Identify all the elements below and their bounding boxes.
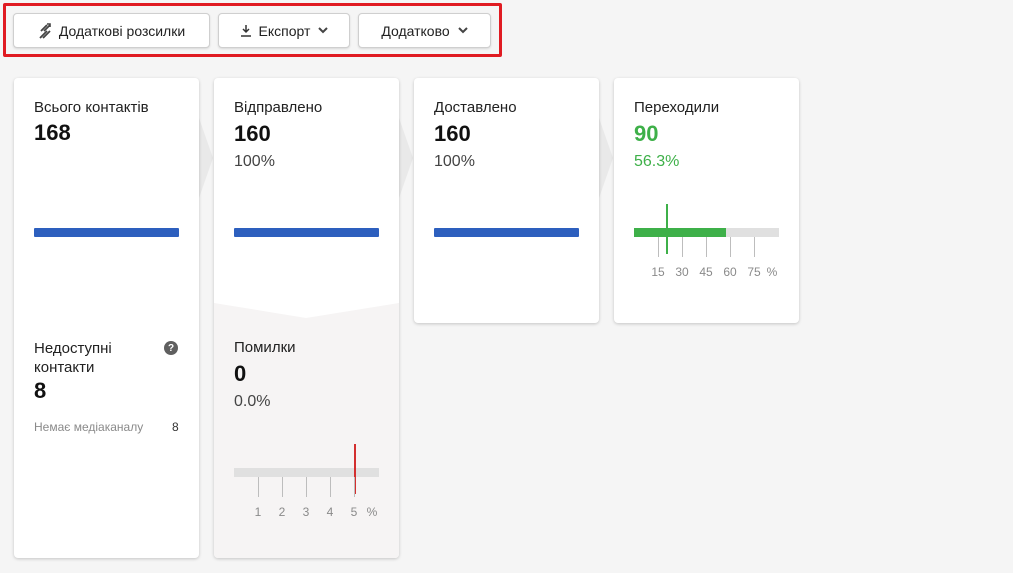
delivered-value: 160 [434, 121, 471, 146]
additional-button[interactable]: Додатково [358, 13, 491, 48]
tick [282, 477, 283, 497]
tick [258, 477, 259, 497]
unavailable-contacts-value: 8 [34, 378, 47, 403]
tick-label: 3 [302, 505, 310, 519]
clicked-scale-labels: 15 30 45 60 75 % [634, 265, 799, 281]
sent-bar [234, 228, 379, 237]
tick [354, 477, 355, 497]
total-contacts-label: Всього контактів [34, 99, 149, 116]
delivered-bar [434, 228, 579, 237]
tick-label: 4 [326, 505, 334, 519]
chevron-down-icon [318, 27, 329, 34]
tick-label: 75 [747, 265, 761, 279]
tick-label: 45 [699, 265, 713, 279]
clicked-fill [634, 228, 726, 237]
sent-percent: 100% [234, 153, 275, 170]
errors-scale [234, 477, 379, 499]
tick-unit: % [766, 265, 778, 279]
export-button[interactable]: Експорт [218, 13, 350, 48]
stairs-arrow-icon [38, 22, 52, 39]
sent-label: Відправлено [234, 99, 323, 116]
download-icon [240, 24, 252, 37]
no-media-channel-label: Немає медіаканалу [34, 420, 144, 434]
errors-percent: 0.0% [234, 393, 271, 410]
export-label: Експорт [258, 22, 311, 39]
more-mailings-button[interactable]: Додаткові розсилки [13, 13, 210, 48]
more-mailings-label: Додаткові розсилки [58, 22, 186, 39]
funnel-arrow [599, 118, 613, 198]
clicked-value: 90 [634, 121, 659, 146]
tick-label: 30 [675, 265, 689, 279]
sent-value: 160 [234, 121, 271, 146]
tick-label: 5 [350, 505, 358, 519]
total-contacts-bar [34, 228, 179, 237]
tick-label: 15 [651, 265, 665, 279]
tick [658, 237, 659, 257]
help-icon[interactable]: ? [164, 341, 178, 355]
errors-track [234, 468, 379, 477]
total-contacts-value: 168 [34, 120, 71, 145]
tick-label: 2 [278, 505, 286, 519]
tick [730, 237, 731, 257]
additional-label: Додатково [381, 22, 450, 39]
chevron-down-icon [457, 27, 468, 34]
delivered-card: Доставлено 160 100% [414, 78, 599, 323]
errors-label: Помилки [234, 339, 296, 356]
errors-value: 0 [234, 361, 247, 386]
clicked-card: Переходили 90 56.3% 15 30 45 60 75 % [614, 78, 799, 323]
delivered-label: Доставлено [434, 99, 517, 116]
tick-label: 1 [254, 505, 262, 519]
unavailable-contacts-label: Недоступні контакти [34, 340, 112, 376]
clicked-label: Переходили [634, 99, 720, 116]
tick-label: 60 [723, 265, 737, 279]
delivered-percent: 100% [434, 153, 475, 170]
funnel-arrow [399, 118, 413, 198]
funnel-arrow [199, 118, 213, 198]
tick [706, 237, 707, 257]
errors-scale-labels: 1 2 3 4 5 % [234, 505, 399, 521]
tick [330, 477, 331, 497]
sent-card: Відправлено 160 100% Помилки 0 0.0% 1 2 … [214, 78, 399, 558]
total-contacts-card: Всього контактів 168 Недоступні контакти… [14, 78, 199, 558]
tick [306, 477, 307, 497]
tick-unit: % [366, 505, 378, 519]
tick [754, 237, 755, 257]
clicked-percent: 56.3% [634, 153, 680, 170]
tick [682, 237, 683, 257]
no-media-channel-value: 8 [172, 420, 179, 434]
clicked-scale [634, 237, 779, 259]
